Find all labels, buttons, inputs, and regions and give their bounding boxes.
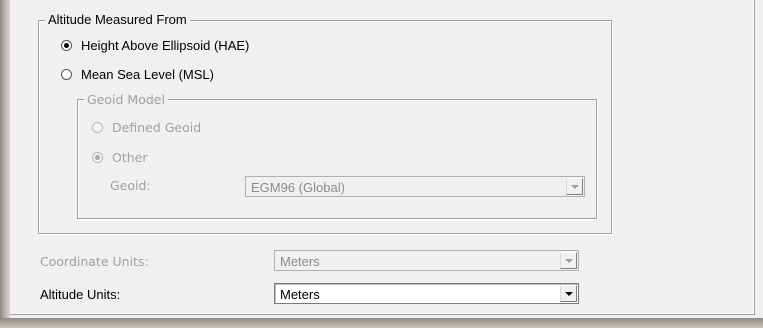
altitude-group-title: Altitude Measured From bbox=[45, 12, 190, 28]
altitude-units-value: Meters bbox=[280, 287, 320, 302]
radio-other-geoid[interactable]: Other bbox=[92, 150, 148, 165]
radio-other-geoid-label: Other bbox=[112, 150, 148, 165]
radio-other-geoid-indicator[interactable] bbox=[92, 152, 103, 163]
geoid-model-title: Geoid Model bbox=[84, 92, 168, 108]
chevron-down-icon bbox=[565, 292, 573, 296]
coordinate-units-dropdown-button[interactable] bbox=[560, 252, 577, 269]
altitude-units-dropdown-button[interactable] bbox=[560, 285, 577, 302]
geoid-label: Geoid: bbox=[110, 178, 151, 193]
geoid-dropdown-button[interactable] bbox=[566, 178, 583, 195]
chevron-down-icon bbox=[571, 185, 579, 189]
window-frame-left bbox=[0, 0, 10, 318]
coordinate-units-label: Coordinate Units: bbox=[40, 254, 149, 269]
altitude-measured-from-group: Altitude Measured From Height Above Elli… bbox=[38, 12, 612, 234]
radio-msl-label: Mean Sea Level (MSL) bbox=[81, 67, 214, 82]
coordinate-units-select[interactable]: Meters bbox=[274, 250, 579, 271]
settings-panel: Altitude Measured From Height Above Elli… bbox=[10, 0, 755, 315]
radio-hae[interactable]: Height Above Ellipsoid (HAE) bbox=[61, 38, 249, 53]
window-frame-bottom bbox=[0, 318, 763, 328]
radio-hae-indicator[interactable] bbox=[61, 40, 72, 51]
radio-defined-geoid-label: Defined Geoid bbox=[112, 120, 202, 135]
altitude-units-label: Altitude Units: bbox=[40, 287, 121, 302]
coordinate-units-value: Meters bbox=[280, 254, 320, 269]
chevron-down-icon bbox=[565, 259, 573, 263]
radio-msl-indicator[interactable] bbox=[61, 69, 72, 80]
radio-hae-label: Height Above Ellipsoid (HAE) bbox=[81, 38, 250, 53]
geoid-model-group: Geoid Model Defined Geoid Other Geoid: E… bbox=[77, 92, 597, 219]
radio-msl[interactable]: Mean Sea Level (MSL) bbox=[61, 67, 214, 82]
radio-defined-geoid-indicator[interactable] bbox=[92, 122, 103, 133]
altitude-units-select[interactable]: Meters bbox=[274, 283, 579, 304]
window-frame-right bbox=[756, 0, 763, 318]
dialog-window: Altitude Measured From Height Above Elli… bbox=[0, 0, 763, 318]
radio-defined-geoid[interactable]: Defined Geoid bbox=[92, 120, 201, 135]
geoid-select[interactable]: EGM96 (Global) bbox=[245, 176, 585, 197]
geoid-select-value: EGM96 (Global) bbox=[251, 180, 345, 195]
